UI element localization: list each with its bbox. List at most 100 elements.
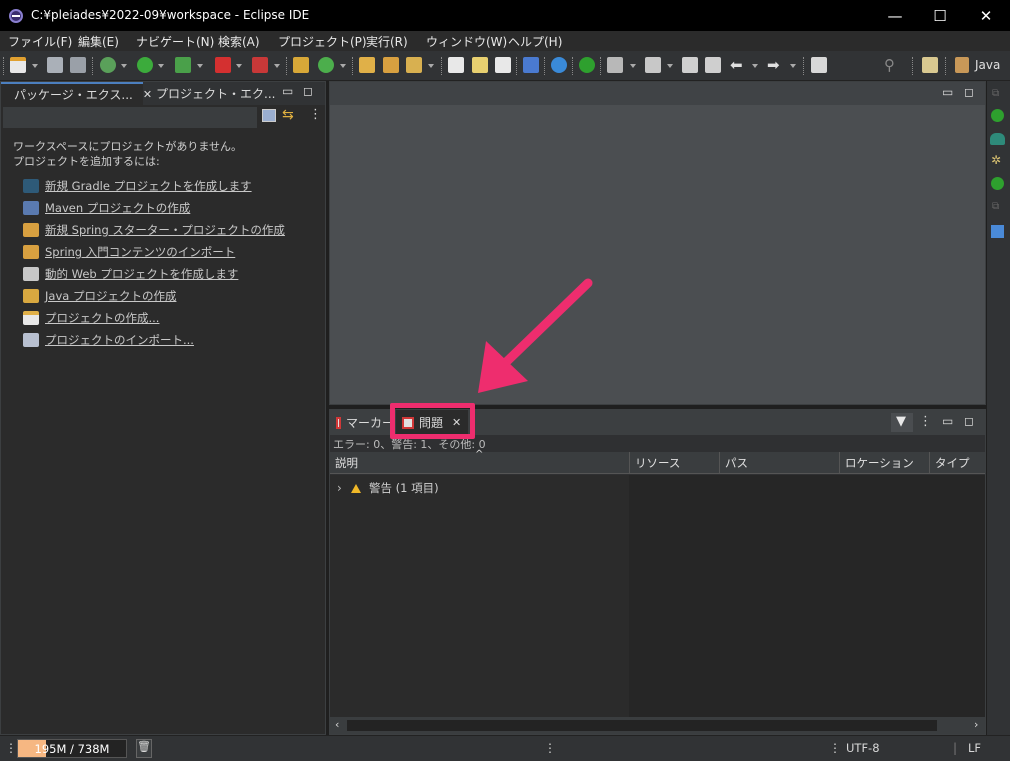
menu-navigate[interactable]: ナビゲート(N) [136,33,214,50]
task-icon[interactable] [448,57,464,73]
chevron-down-icon[interactable] [274,64,280,68]
chevron-down-icon[interactable] [790,64,796,68]
menu-run[interactable]: 実行(R) [366,33,408,50]
chevron-down-icon[interactable] [667,64,673,68]
next-annotation-icon[interactable] [607,57,623,73]
chevron-down-icon[interactable] [752,64,758,68]
encoding-label[interactable]: UTF-8 [846,741,880,755]
maximize-view-icon[interactable]: ◻ [303,84,313,98]
last-edit-icon[interactable] [682,57,698,73]
scroll-right-icon[interactable]: › [974,718,978,731]
chevron-down-icon[interactable] [158,64,164,68]
gradle-tasks-icon[interactable] [990,133,1005,145]
menu-edit[interactable]: 編集(E) [78,33,119,50]
horizontal-scrollbar[interactable]: ‹ › [330,717,985,734]
trim-handle-icon[interactable]: ⋮ [5,741,17,755]
run-icon[interactable] [991,109,1004,122]
outline-icon[interactable] [991,225,1004,238]
link-label[interactable]: Maven プロジェクトの作成 [45,200,190,216]
maximize-view-icon[interactable]: ◻ [964,85,974,99]
menu-help[interactable]: ヘルプ(H) [508,33,562,50]
link-label[interactable]: Java プロジェクトの作成 [45,288,176,304]
console-icon[interactable] [523,57,539,73]
minimize-view-icon[interactable]: ▭ [942,414,953,428]
minimize-button[interactable]: — [872,0,918,31]
expand-chevron-icon[interactable]: › [337,481,347,495]
menu-window[interactable]: ウィンドウ(W) [426,33,507,50]
view-menu-icon[interactable]: ⋮ [309,107,322,122]
heap-status[interactable]: 195M / 738M [17,739,127,758]
minimize-view-icon[interactable]: ▭ [282,84,293,98]
server-icon[interactable] [252,57,268,73]
link-new-spring-starter[interactable]: 新規 Spring スターター・プロジェクトの作成 [23,221,285,239]
java-perspective-icon[interactable] [955,57,969,73]
open-perspective-icon[interactable] [922,57,938,73]
refresh-icon[interactable] [495,57,511,73]
chevron-down-icon[interactable] [428,64,434,68]
chevron-down-icon[interactable] [197,64,203,68]
annotation-icon[interactable] [472,57,488,73]
menu-project[interactable]: プロジェクト(P) [278,33,367,50]
power-icon[interactable] [579,57,595,73]
power-icon[interactable] [991,177,1004,190]
link-create-project[interactable]: プロジェクトの作成... [23,309,159,327]
link-label[interactable]: プロジェクトの作成... [45,310,159,326]
run-icon[interactable] [137,57,153,73]
servers-icon[interactable]: ✲ [991,153,1001,167]
maximize-button[interactable]: ☐ [917,0,963,31]
column-type[interactable]: タイプ [930,452,985,474]
collapse-all-icon[interactable] [262,109,276,122]
package-icon[interactable] [293,57,309,73]
table-row[interactable]: › 警告 (1 項目) [330,479,630,497]
trash-icon[interactable]: 🗑 [136,739,152,758]
column-description[interactable]: 説明 ^ [330,449,630,474]
link-label[interactable]: Spring 入門コンテンツのインポート [45,244,235,260]
link-with-editor-icon[interactable]: ⇆ [282,107,294,123]
link-label[interactable]: プロジェクトのインポート... [45,332,194,348]
forward-edit-icon[interactable] [705,57,721,73]
pin-editor-icon[interactable] [811,57,827,73]
view-menu-icon[interactable]: ⋮ [919,414,932,429]
link-label[interactable]: 動的 Web プロジェクトを作成します [45,266,238,282]
minimize-view-icon[interactable]: ▭ [942,85,953,99]
java-perspective-label[interactable]: Java [975,58,1000,72]
tab-markers[interactable]: マーカー [330,410,394,435]
tab-project-explorer[interactable]: プロジェクト・エク... [145,82,275,105]
trim-handle-icon[interactable]: ⋮ [829,741,841,755]
scroll-left-icon[interactable]: ‹ [335,718,339,731]
close-window-button[interactable]: ✕ [963,0,1009,31]
chevron-down-icon[interactable] [236,64,242,68]
scroll-thumb[interactable] [347,720,937,731]
column-resource[interactable]: リソース [630,452,720,474]
restore-icon[interactable]: ⧉ [992,201,999,212]
arrow-right-icon[interactable]: ➡ [767,56,780,74]
edit-icon[interactable] [406,57,422,73]
link-label[interactable]: 新規 Gradle プロジェクトを作成します [45,178,252,194]
open-type-icon[interactable] [359,57,375,73]
prev-annotation-icon[interactable] [645,57,661,73]
link-import-project[interactable]: プロジェクトのインポート... [23,331,194,349]
line-ending-label[interactable]: LF [968,741,981,755]
debug-icon[interactable] [100,57,116,73]
filter-icon[interactable]: ▼ [896,414,906,429]
open-resource-icon[interactable] [383,57,399,73]
link-new-gradle-project[interactable]: 新規 Gradle プロジェクトを作成します [23,177,252,195]
menu-file[interactable]: ファイル(F) [8,33,72,50]
restore-icon[interactable]: ⧉ [992,88,999,99]
link-create-java-project[interactable]: Java プロジェクトの作成 [23,287,176,305]
link-label[interactable]: 新規 Spring スターター・プロジェクトの作成 [45,222,285,238]
stop-icon[interactable] [215,57,231,73]
link-create-maven-project[interactable]: Maven プロジェクトの作成 [23,199,190,217]
save-all-icon[interactable] [70,57,86,73]
menu-search[interactable]: 検索(A) [218,33,260,50]
tab-package-explorer[interactable]: パッケージ・エクス... ✕ [1,82,152,105]
link-new-dynamic-web-project[interactable]: 動的 Web プロジェクトを作成します [23,265,238,283]
chevron-down-icon[interactable] [121,64,127,68]
column-location[interactable]: ロケーション [840,452,930,474]
new-icon[interactable] [10,57,26,73]
chevron-down-icon[interactable] [630,64,636,68]
link-import-spring-guides[interactable]: Spring 入門コンテンツのインポート [23,243,235,261]
arrow-left-icon[interactable]: ⬅ [730,56,743,74]
new-class-icon[interactable] [318,57,334,73]
run-external-icon[interactable] [175,57,191,73]
